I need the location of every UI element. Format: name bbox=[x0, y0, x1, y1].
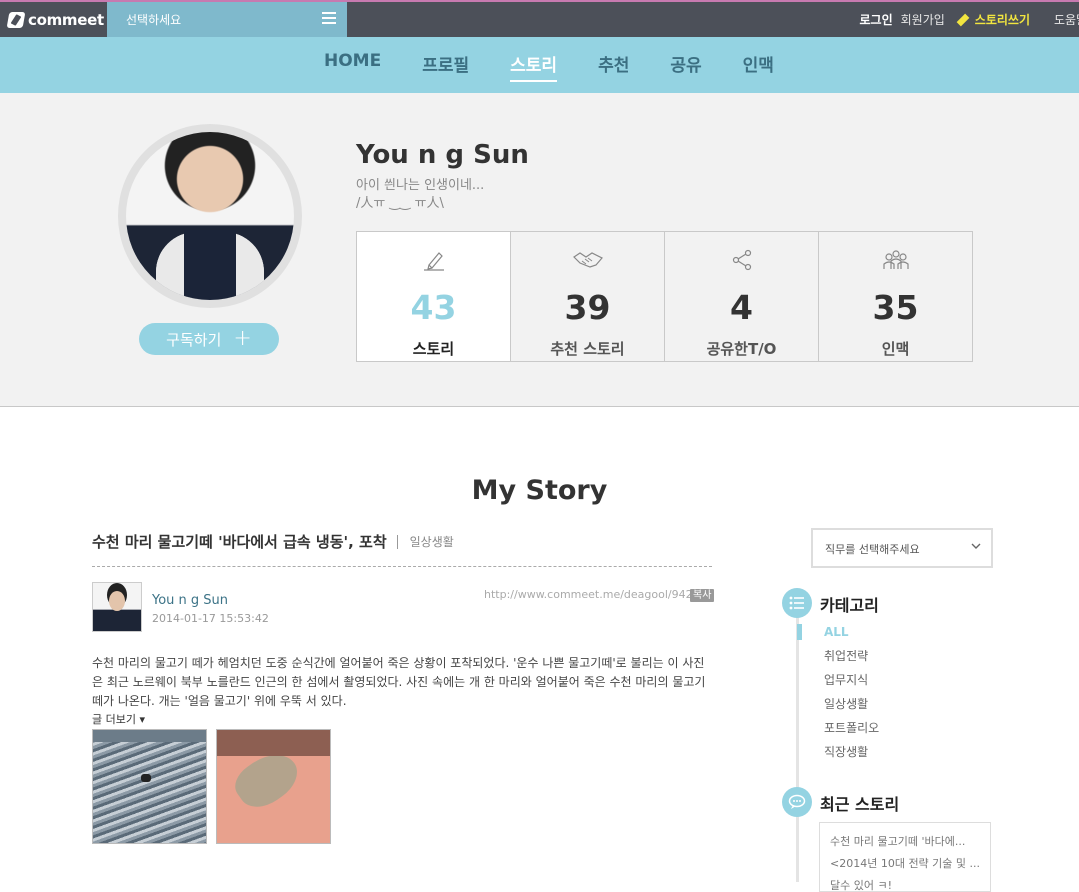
recent-story-item[interactable]: <2014년 10대 전략 기술 및 ... bbox=[830, 853, 982, 875]
stat-label: 인맥 bbox=[819, 338, 972, 359]
top-links: 로그인 회원가입 스토리쓰기 도움말 bbox=[860, 2, 1079, 37]
commeet-logo-icon bbox=[7, 12, 26, 28]
category-title: 카테고리 bbox=[820, 592, 879, 616]
post-body: 수천 마리의 물고기 떼가 헤엄치던 도중 순식간에 얼어붙어 죽은 상황이 포… bbox=[92, 654, 714, 711]
chevron-down-icon bbox=[969, 539, 983, 553]
stat-network[interactable]: 35 인맥 bbox=[819, 232, 972, 361]
stat-label: 추천 스토리 bbox=[511, 338, 664, 359]
stat-value: 39 bbox=[511, 288, 664, 327]
nav-story[interactable]: 스토리 bbox=[510, 51, 557, 82]
top-bar: commeet 선택하세요 로그인 회원가입 스토리쓰기 도움말 bbox=[0, 0, 1079, 37]
profile-name: You n g Sun bbox=[356, 140, 529, 170]
category-item[interactable]: ALL bbox=[824, 624, 879, 648]
profile-stats: 43 스토리 39 추천 스토리 4 공유한T/O bbox=[356, 231, 973, 362]
category-item[interactable]: 포트폴리오 bbox=[824, 720, 879, 744]
share-icon bbox=[729, 249, 755, 271]
read-more-link[interactable]: 글 더보기 ▾ bbox=[92, 711, 145, 727]
main-nav: HOME 프로필 스토리 추천 공유 인맥 bbox=[0, 37, 1079, 93]
stat-stories[interactable]: 43 스토리 bbox=[357, 232, 511, 361]
plus-icon: + bbox=[233, 328, 251, 350]
nav-share[interactable]: 공유 bbox=[670, 51, 701, 82]
nav-home[interactable]: HOME bbox=[324, 51, 381, 82]
pen-icon bbox=[421, 249, 447, 271]
profile-bio: 아이 씐나는 인생이네... /人ㅠ ‿‿ ㅠ人\ bbox=[356, 177, 484, 213]
post-image-fish[interactable] bbox=[216, 729, 331, 844]
stat-shared[interactable]: 4 공유한T/O bbox=[665, 232, 819, 361]
stat-value: 43 bbox=[357, 288, 510, 327]
menu-icon[interactable] bbox=[322, 12, 336, 24]
job-dropdown[interactable]: 직무를 선택해주세요 bbox=[811, 528, 993, 568]
job-selector[interactable]: 선택하세요 bbox=[107, 2, 347, 37]
divider bbox=[397, 535, 398, 549]
nav-recommend[interactable]: 추천 bbox=[598, 51, 629, 82]
subscribe-button[interactable]: 구독하기 + bbox=[139, 323, 279, 355]
selector-label: 선택하세요 bbox=[126, 13, 181, 27]
highlighter-icon bbox=[956, 13, 969, 26]
section-title: My Story bbox=[0, 475, 1079, 506]
bio-line: /人ㅠ ‿‿ ㅠ人\ bbox=[356, 195, 484, 213]
post-image-frozen-fish[interactable] bbox=[92, 729, 207, 844]
author-name[interactable]: You n g Sun bbox=[152, 593, 228, 608]
category-item[interactable]: 직장생활 bbox=[824, 744, 879, 768]
post-category[interactable]: 일상생활 bbox=[410, 533, 454, 550]
list-icon bbox=[782, 588, 812, 618]
category-item[interactable]: 취업전략 bbox=[824, 648, 879, 672]
post-date: 2014-01-17 15:53:42 bbox=[152, 612, 269, 625]
divider bbox=[92, 566, 712, 567]
active-category-indicator bbox=[797, 624, 802, 640]
avatar-photo bbox=[126, 132, 294, 300]
category-item[interactable]: 업무지식 bbox=[824, 672, 879, 696]
author-avatar[interactable] bbox=[92, 582, 142, 632]
write-story-link[interactable]: 스토리쓰기 bbox=[957, 11, 1030, 28]
stat-value: 35 bbox=[819, 288, 972, 327]
dropdown-value: 직무를 선택해주세요 bbox=[825, 543, 920, 556]
post-url: http://www.commeet.me/deagool/9428 bbox=[484, 588, 700, 601]
stat-label: 공유한T/O bbox=[665, 338, 818, 359]
stat-value: 4 bbox=[665, 288, 818, 327]
stat-label: 스토리 bbox=[357, 338, 510, 359]
logo-text: commeet bbox=[28, 11, 104, 29]
subscribe-label: 구독하기 bbox=[166, 329, 221, 350]
help-link[interactable]: 도움말 bbox=[1054, 11, 1079, 28]
commeet-logo[interactable]: commeet bbox=[8, 9, 104, 31]
copy-url-button[interactable]: 복사 bbox=[690, 589, 714, 602]
people-icon bbox=[881, 249, 911, 271]
recent-story-item[interactable]: 달수 있어 ㅋ! bbox=[830, 875, 982, 892]
write-story-label: 스토리쓰기 bbox=[975, 11, 1030, 28]
profile-section: 구독하기 + You n g Sun 아이 씐나는 인생이네... /人ㅠ ‿‿… bbox=[0, 93, 1079, 407]
recent-story-item[interactable]: 수천 마리 물고기떼 '바다에... bbox=[830, 831, 982, 853]
handshake-icon bbox=[572, 249, 604, 271]
nav-profile[interactable]: 프로필 bbox=[422, 51, 469, 82]
join-link[interactable]: 회원가입 bbox=[901, 11, 945, 28]
recent-story-title: 최근 스토리 bbox=[820, 791, 899, 815]
category-list: ALL 취업전략 업무지식 일상생활 포트폴리오 직장생활 bbox=[824, 624, 879, 768]
post-header: 수천 마리 물고기떼 '바다에서 급속 냉동', 포착 일상생활 bbox=[92, 531, 454, 552]
speech-bubble-icon bbox=[782, 787, 812, 817]
post-title[interactable]: 수천 마리 물고기떼 '바다에서 급속 냉동', 포착 bbox=[92, 531, 387, 552]
nav-network[interactable]: 인맥 bbox=[743, 51, 774, 82]
category-item[interactable]: 일상생활 bbox=[824, 696, 879, 720]
avatar bbox=[118, 124, 302, 308]
login-link[interactable]: 로그인 bbox=[860, 11, 893, 28]
stat-recommended[interactable]: 39 추천 스토리 bbox=[511, 232, 665, 361]
bio-line: 아이 씐나는 인생이네... bbox=[356, 177, 484, 195]
